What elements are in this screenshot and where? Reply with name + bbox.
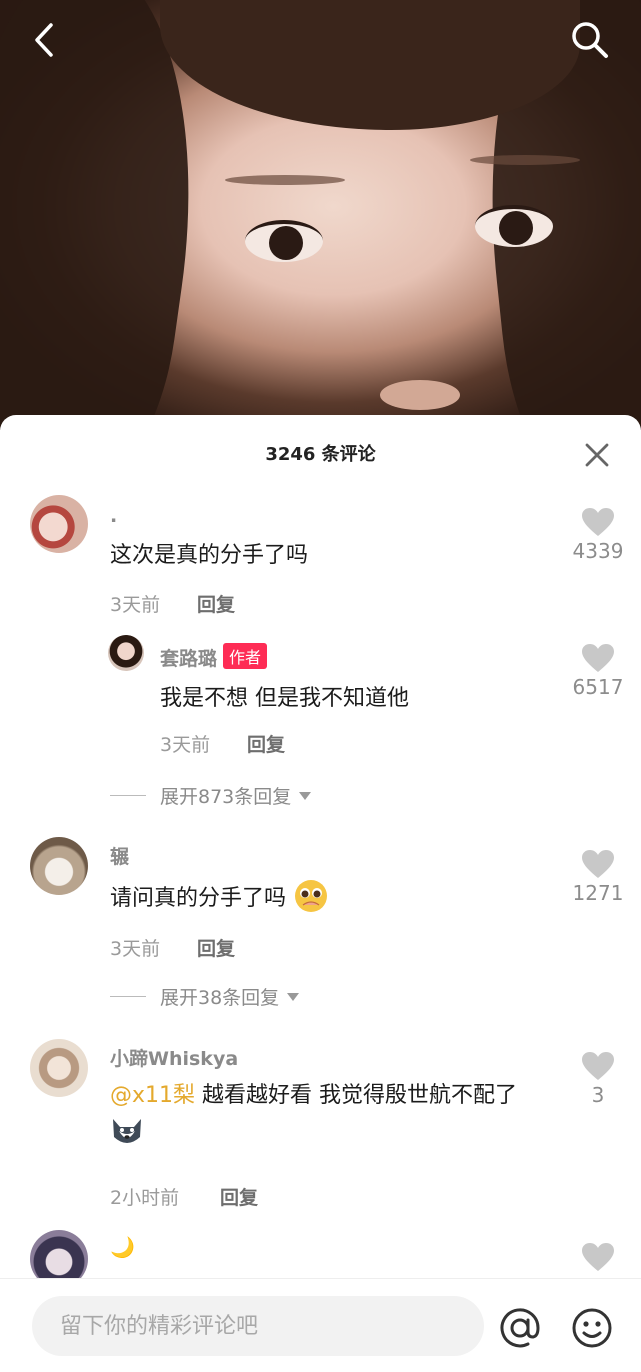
like-button[interactable]: 6517 [568, 643, 628, 699]
video-eye-left [245, 220, 323, 262]
expand-replies-button[interactable]: 展开873条回复 [110, 782, 313, 809]
like-count: 3 [591, 1083, 605, 1107]
comment-sheet: 3246 条评论 . 这次是真的分手了吗 3天前 回复 4339 套路璐 作者 我… [0, 415, 641, 1371]
husky-emoji [113, 1119, 141, 1143]
comment-text[interactable]: 请问真的分手了吗 [110, 879, 329, 918]
mention-link[interactable]: @x11梨 [110, 1083, 195, 1108]
like-button[interactable]: 3 [568, 1051, 628, 1107]
search-icon[interactable] [568, 18, 612, 62]
expand-label: 展开38条回复 [160, 987, 280, 1009]
author-badge: 作者 [223, 643, 268, 669]
like-count: 6517 [572, 675, 624, 699]
video-nose [380, 380, 460, 410]
reply-time: 3天前 [160, 734, 211, 756]
like-button[interactable]: 4339 [568, 507, 628, 563]
reply-button[interactable]: 回复 [247, 730, 285, 757]
reply-text[interactable]: 我是不想 但是我不知道他 [160, 680, 409, 718]
comment-text[interactable]: 这次是真的分手了吗 [110, 537, 308, 575]
comment-time: 3天前 [110, 594, 161, 616]
heart-icon [582, 1243, 614, 1271]
comment-input-bar [0, 1278, 641, 1372]
comment-time: 3天前 [110, 938, 161, 960]
reply-username[interactable]: 套路璐 作者 [160, 643, 268, 671]
heart-icon [582, 644, 614, 672]
comment-text[interactable]: @x11梨 越看越好看 我觉得殷世航不配了 [110, 1077, 550, 1154]
caret-down-icon [287, 992, 300, 1001]
caret-down-icon [299, 791, 312, 800]
heart-icon [582, 850, 614, 878]
heart-icon [582, 1052, 614, 1080]
reply-button[interactable]: 回复 [220, 1183, 258, 1210]
comment-username[interactable]: 辗 [110, 842, 129, 869]
like-count: 1271 [572, 881, 624, 905]
like-count: 4339 [572, 539, 624, 563]
video-brow-right [470, 155, 580, 165]
smile-icon[interactable] [570, 1306, 614, 1350]
divider-line [110, 795, 146, 796]
heart-icon [582, 508, 614, 536]
video-brow-left [225, 175, 345, 185]
avatar[interactable] [30, 837, 88, 895]
close-icon[interactable] [583, 441, 611, 469]
video-frame[interactable] [0, 0, 641, 430]
expand-label: 展开873条回复 [160, 786, 292, 808]
comment-count-title: 3246 条评论 [265, 444, 376, 465]
like-button[interactable]: 1271 [568, 849, 628, 905]
expand-replies-button[interactable]: 展开38条回复 [110, 983, 301, 1010]
reply-button[interactable]: 回复 [197, 934, 235, 961]
reply-button[interactable]: 回复 [197, 590, 235, 617]
comment-time: 2小时前 [110, 1187, 180, 1209]
comment-username[interactable]: 🌙 [110, 1235, 135, 1259]
divider-line [110, 996, 146, 997]
video-eye-right [475, 205, 553, 247]
comment-input[interactable] [32, 1296, 484, 1356]
back-arrow-icon[interactable] [22, 18, 66, 62]
comment-text-content: 请问真的分手了吗 [110, 886, 287, 911]
pleading-face-emoji [295, 880, 328, 912]
comment-text-content: 越看越好看 我觉得殷世航不配了 [195, 1083, 518, 1108]
reply-username-text: 套路璐 [160, 648, 218, 670]
like-button[interactable] [568, 1242, 628, 1272]
comment-username[interactable]: . [110, 505, 117, 527]
avatar[interactable] [108, 635, 144, 671]
comment-username[interactable]: 小蹄Whiskya [110, 1044, 238, 1071]
at-icon[interactable] [498, 1306, 542, 1350]
avatar[interactable] [30, 1039, 88, 1097]
avatar[interactable] [30, 495, 88, 553]
